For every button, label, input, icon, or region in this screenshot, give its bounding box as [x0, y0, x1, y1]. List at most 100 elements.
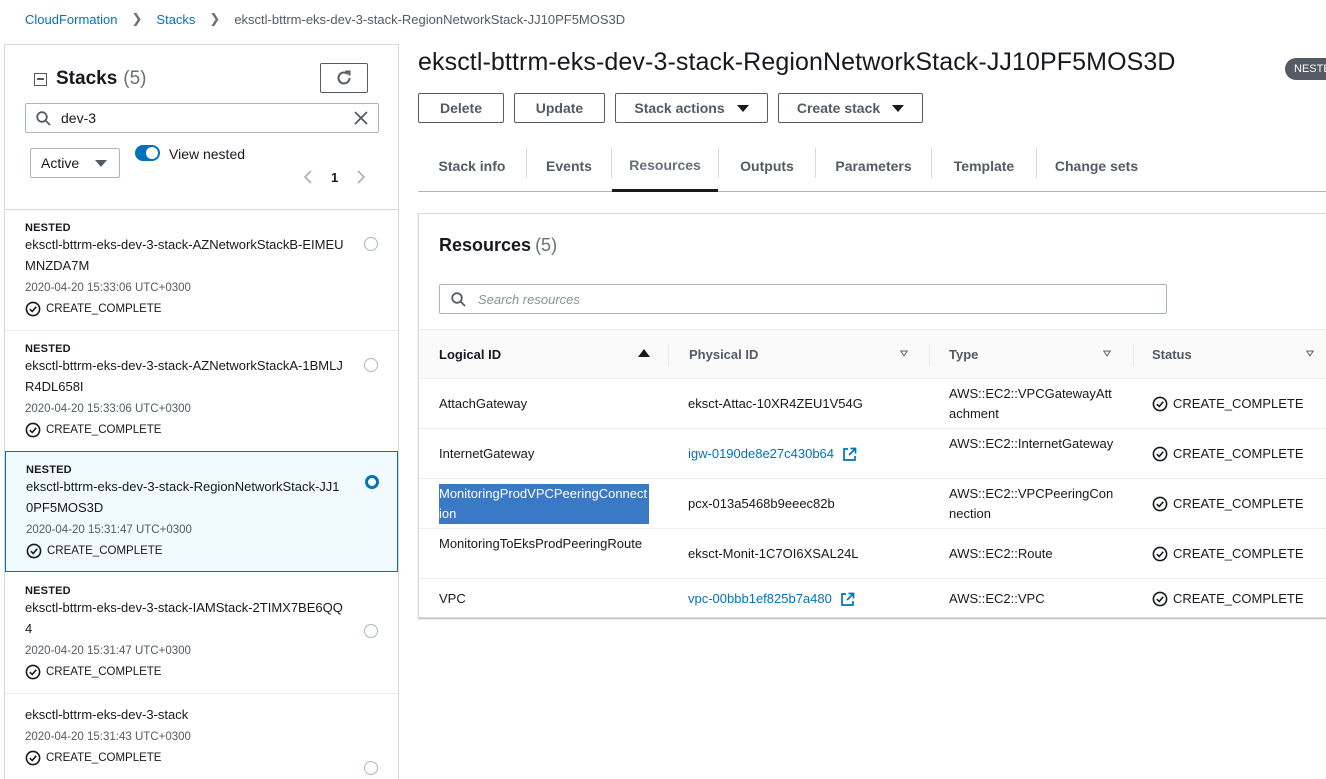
- cell-status-text: CREATE_COMPLETE: [1173, 546, 1304, 561]
- cell-status-text: CREATE_COMPLETE: [1173, 396, 1304, 411]
- stack-radio[interactable]: [364, 358, 378, 372]
- column-header-logical-id[interactable]: Logical ID: [439, 330, 501, 379]
- tab-template[interactable]: Template: [932, 140, 1036, 191]
- stack-radio[interactable]: [364, 761, 378, 775]
- cell-type: AWS::EC2::VPCGatewayAttachment: [949, 386, 1112, 421]
- refresh-button[interactable]: [320, 63, 368, 93]
- delete-button[interactable]: Delete: [418, 93, 504, 123]
- cell-status: CREATE_COMPLETE: [1152, 589, 1304, 609]
- page-number[interactable]: 1: [331, 170, 338, 185]
- physical-id-link-text: vpc-00bbb1ef825b7a480: [688, 591, 832, 606]
- sidebar-count: (5): [123, 68, 147, 89]
- stack-status-text: CREATE_COMPLETE: [46, 752, 162, 764]
- cell-logical-id-selected-text: MonitoringProdVPCPeeringConnection: [439, 484, 649, 524]
- resources-title-text: Resources: [439, 235, 532, 255]
- stack-status: CREATE_COMPLETE: [25, 422, 161, 438]
- nested-label: NESTED: [25, 585, 71, 597]
- view-nested-toggle[interactable]: [135, 145, 160, 161]
- caret-down-icon: [892, 104, 905, 112]
- chevron-right-icon[interactable]: [356, 169, 366, 185]
- cell-physical-id: pcx-013a5468b9eeec82b: [688, 496, 835, 511]
- chevron-left-icon[interactable]: [303, 169, 313, 185]
- stack-search-input[interactable]: [61, 110, 331, 126]
- stack-date: 2020-04-20 15:33:06 UTC+0300: [25, 282, 191, 294]
- stack-date: 2020-04-20 15:31:47 UTC+0300: [26, 524, 192, 536]
- tab-parameters[interactable]: Parameters: [816, 140, 931, 191]
- column-separator: [1133, 344, 1134, 366]
- stack-name: eksctl-bttrm-eks-dev-3-stack-AZNetworkSt…: [25, 358, 343, 394]
- stack-list-item-selected[interactable]: NESTED eksctl-bttrm-eks-dev-3-stack-Regi…: [5, 451, 398, 572]
- check-circle-icon: [1152, 396, 1168, 412]
- check-circle-icon: [26, 543, 42, 559]
- nested-label: NESTED: [26, 464, 72, 476]
- stack-status: CREATE_COMPLETE: [25, 664, 161, 680]
- tab-outputs[interactable]: Outputs: [719, 140, 815, 191]
- breadcrumb: CloudFormation ❯ Stacks ❯ eksctl-bttrm-e…: [25, 11, 625, 27]
- column-header-status[interactable]: Status: [1152, 330, 1192, 379]
- search-icon: [36, 110, 51, 126]
- caret-down-icon: [95, 160, 107, 167]
- column-header-physical-id[interactable]: Physical ID: [689, 330, 758, 379]
- resources-search-field: [439, 284, 1167, 314]
- stack-name: eksctl-bttrm-eks-dev-3-stack-RegionNetwo…: [26, 479, 340, 515]
- external-link-icon: [843, 447, 857, 461]
- refresh-icon: [337, 70, 351, 85]
- sidebar-title: Stacks: [56, 68, 118, 89]
- cell-physical-id: eksct-Monit-1C7OI6XSAL24L: [688, 546, 859, 561]
- create-stack-button[interactable]: Create stack: [778, 93, 923, 123]
- stack-list-item[interactable]: eksctl-bttrm-eks-dev-3-stack 2020-04-20 …: [5, 694, 398, 779]
- tab-resources[interactable]: Resources: [612, 140, 718, 192]
- check-circle-icon: [25, 301, 41, 317]
- external-link-icon: [841, 592, 855, 606]
- sort-icon[interactable]: [1103, 350, 1111, 357]
- stack-list-item[interactable]: NESTED eksctl-bttrm-eks-dev-3-stack-AZNe…: [5, 210, 398, 331]
- stack-radio[interactable]: [364, 237, 378, 251]
- stack-actions-button[interactable]: Stack actions: [615, 93, 768, 123]
- clear-icon[interactable]: [353, 110, 369, 126]
- column-header-type[interactable]: Type: [949, 330, 978, 379]
- cell-status-text: CREATE_COMPLETE: [1173, 446, 1304, 461]
- breadcrumb-current: eksctl-bttrm-eks-dev-3-stack-RegionNetwo…: [234, 11, 626, 27]
- tab-change-sets[interactable]: Change sets: [1037, 140, 1156, 191]
- cell-logical-id: InternetGateway: [439, 446, 535, 461]
- cell-status-text: CREATE_COMPLETE: [1173, 496, 1304, 511]
- column-separator: [929, 344, 930, 366]
- stack-status-text: CREATE_COMPLETE: [46, 303, 162, 315]
- update-button[interactable]: Update: [514, 93, 605, 123]
- cell-physical-id: eksct-Attac-10XR4ZEU1V54G: [688, 396, 863, 411]
- stack-radio-checked[interactable]: [365, 475, 379, 489]
- table-row: MonitoringProdVPCPeeringConnection pcx-0…: [419, 479, 1326, 529]
- column-separator: [668, 344, 669, 366]
- tab-stack-info[interactable]: Stack info: [418, 140, 526, 191]
- cell-physical-id-link[interactable]: vpc-00bbb1ef825b7a480: [688, 589, 855, 609]
- tab-events[interactable]: Events: [527, 140, 611, 191]
- sort-icon[interactable]: [900, 350, 908, 357]
- collapse-icon[interactable]: [34, 72, 47, 86]
- stack-list-item[interactable]: NESTED eksctl-bttrm-eks-dev-3-stack-AZNe…: [5, 331, 398, 452]
- table-row: MonitoringToEksProdPeeringRoute eksct-Mo…: [419, 529, 1326, 579]
- stack-list-item[interactable]: NESTED eksctl-bttrm-eks-dev-3-stack-IAMS…: [5, 573, 398, 694]
- nested-label: NESTED: [25, 343, 71, 355]
- resources-search-input[interactable]: [478, 291, 1138, 307]
- breadcrumb-stacks[interactable]: Stacks: [156, 12, 195, 27]
- check-circle-icon: [1152, 446, 1168, 462]
- status-filter-select[interactable]: Active: [30, 148, 120, 178]
- check-circle-icon: [1152, 496, 1168, 512]
- stack-status: CREATE_COMPLETE: [25, 301, 161, 317]
- breadcrumb-cloudformation[interactable]: CloudFormation: [25, 12, 118, 27]
- stack-name: eksctl-bttrm-eks-dev-3-stack: [25, 707, 189, 722]
- chevron-right-icon: ❯: [209, 11, 221, 26]
- stack-search-field: [25, 103, 379, 133]
- sort-ascending-icon[interactable]: [638, 349, 650, 357]
- sort-icon[interactable]: [1306, 350, 1314, 357]
- update-button-label: Update: [535, 100, 584, 116]
- cell-logical-id: AttachGateway: [439, 396, 528, 411]
- check-circle-icon: [1152, 546, 1168, 562]
- stack-date: 2020-04-20 15:31:47 UTC+0300: [25, 645, 191, 657]
- cell-physical-id-link[interactable]: igw-0190de8e27c430b64: [688, 444, 857, 464]
- stack-radio[interactable]: [364, 624, 378, 638]
- cell-logical-id: VPC: [439, 591, 466, 606]
- table-row: VPC vpc-00bbb1ef825b7a480 AWS::EC2::VPC …: [419, 579, 1326, 619]
- table-header: Logical ID Physical ID Type Status: [419, 329, 1326, 379]
- resources-title: Resources (5): [439, 235, 557, 256]
